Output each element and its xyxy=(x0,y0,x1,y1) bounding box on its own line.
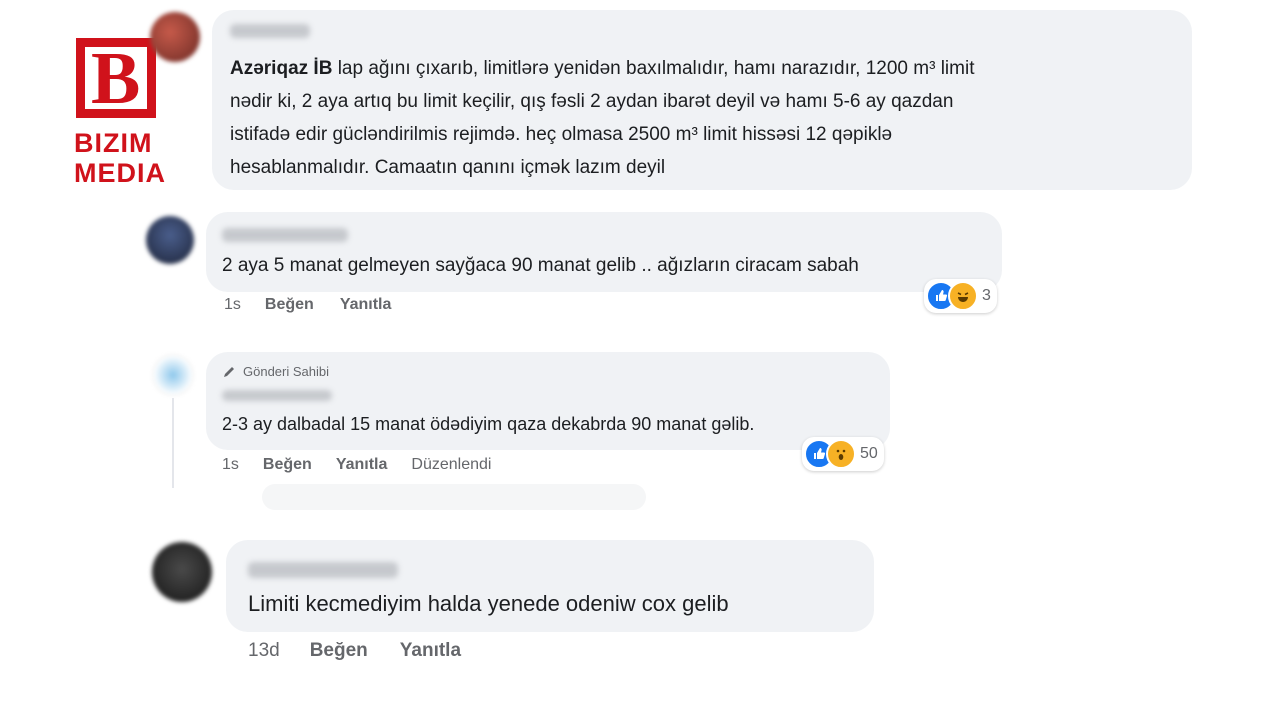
reply-button[interactable]: Yanıtla xyxy=(340,296,392,314)
commenter-name[interactable] xyxy=(248,562,398,578)
comment-body: 2 aya 5 manat gelmeyen sayğaca 90 manat … xyxy=(222,255,859,276)
commenter-name[interactable] xyxy=(230,24,310,38)
comment-bubble: Azəriqaz İB lap ağını çıxarıb, limitlərə… xyxy=(212,10,1192,190)
comment-bubble: Gönderi Sahibi 2-3 ay dalbadal 15 manat … xyxy=(206,352,890,450)
comment-actions: 13d Beğen Yanıtla xyxy=(248,640,461,662)
logo-mark-letter: B xyxy=(91,38,141,120)
comment-body: 2-3 ay dalbadal 15 manat ödədiyim qaza d… xyxy=(222,414,755,434)
badge-label: Gönderi Sahibi xyxy=(243,364,329,379)
comment-body: Limiti kecmediyim halda yenede odeniw co… xyxy=(248,591,729,616)
reaction-count: 50 xyxy=(860,445,878,462)
wow-icon xyxy=(826,439,856,469)
reaction-count: 3 xyxy=(982,287,991,304)
avatar[interactable] xyxy=(152,354,194,396)
comment-bubble: Limiti kecmediyim halda yenede odeniw co… xyxy=(226,540,874,632)
page-owner-badge: Gönderi Sahibi xyxy=(222,364,329,379)
comment-actions: 1s Beğen Yanıtla Düzenlendi xyxy=(222,456,491,474)
edited-label[interactable]: Düzenlendi xyxy=(411,456,491,474)
avatar[interactable] xyxy=(150,12,200,62)
comment-time[interactable]: 1s xyxy=(224,296,241,314)
like-button[interactable]: Beğen xyxy=(263,456,312,474)
reply-placeholder xyxy=(262,484,646,510)
comment-actions: 1s Beğen Yanıtla xyxy=(224,296,391,314)
haha-icon xyxy=(948,281,978,311)
reaction-summary[interactable]: 50 xyxy=(802,437,884,471)
logo-mark: B xyxy=(76,38,156,118)
comment-time[interactable]: 1s xyxy=(222,456,239,474)
comment-bubble: 2 aya 5 manat gelmeyen sayğaca 90 manat … xyxy=(206,212,1002,292)
like-button[interactable]: Beğen xyxy=(310,640,368,662)
pencil-icon xyxy=(224,366,234,377)
avatar[interactable] xyxy=(146,216,194,264)
comment-body: Azəriqaz İB lap ağını çıxarıb, limitlərə… xyxy=(230,58,975,178)
thread-line xyxy=(172,398,174,488)
reaction-summary[interactable]: 3 xyxy=(924,279,997,313)
reply-button[interactable]: Yanıtla xyxy=(336,456,388,474)
avatar[interactable] xyxy=(152,542,212,602)
like-button[interactable]: Beğen xyxy=(265,296,314,314)
bizim-media-logo: B BIZIM MEDIA xyxy=(74,38,166,188)
comment-time[interactable]: 13d xyxy=(248,640,280,662)
commenter-name[interactable] xyxy=(222,390,332,401)
reply-button[interactable]: Yanıtla xyxy=(400,640,461,662)
logo-text-line1: BIZIM xyxy=(74,128,153,158)
comment-mention[interactable]: Azəriqaz İB xyxy=(230,58,332,79)
commenter-name[interactable] xyxy=(222,228,348,242)
logo-text-line2: MEDIA xyxy=(74,158,166,188)
